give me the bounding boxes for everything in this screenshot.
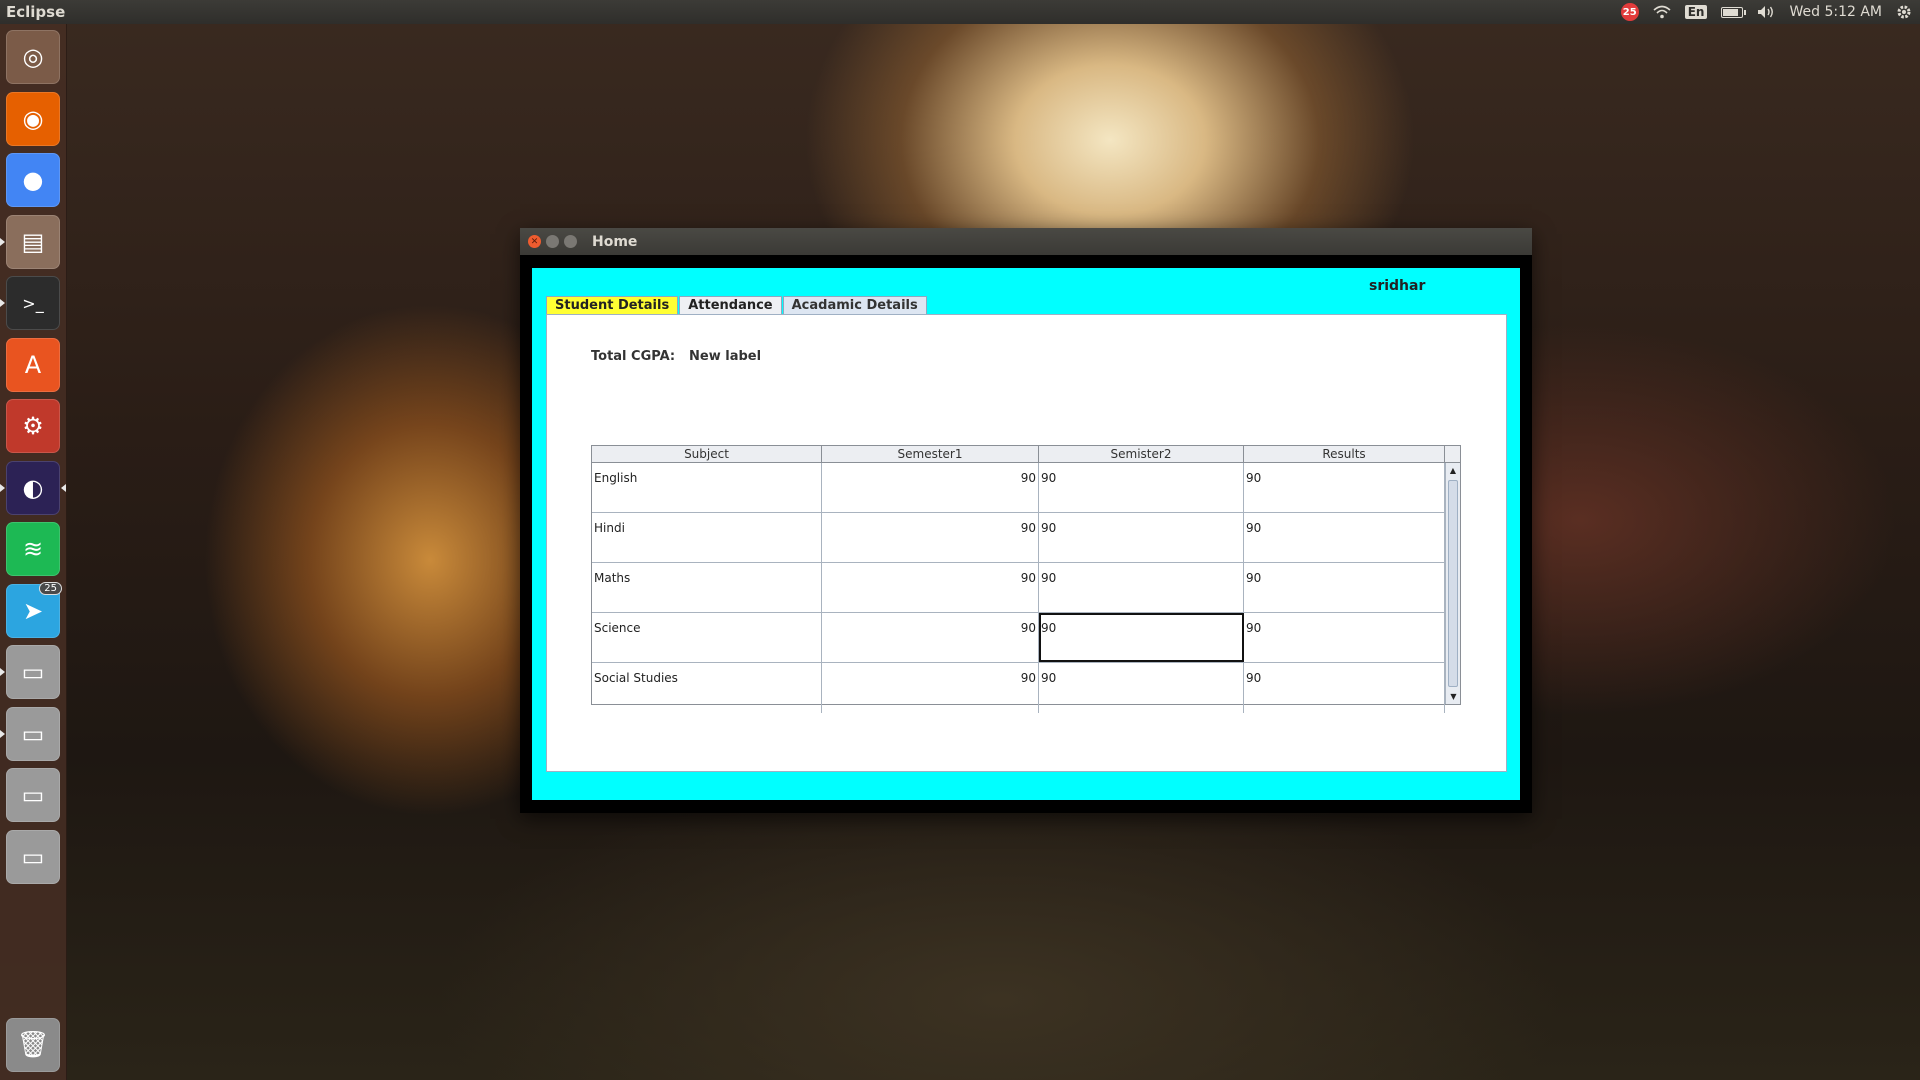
drive-icon[interactable]: ▭ (6, 645, 60, 699)
semester1-cell[interactable]: 90 (822, 513, 1039, 562)
results-cell[interactable]: 90 (1244, 563, 1445, 612)
ubuntu-dash-icon[interactable]: ◎ (6, 30, 60, 84)
window-content: sridhar Student Details Attendance Acada… (532, 268, 1520, 800)
total-cgpa-label: Total CGPA: (591, 349, 676, 364)
semester1-cell[interactable]: 90 (822, 563, 1039, 612)
software-center-icon[interactable]: A (6, 337, 60, 392)
results-cell[interactable]: 90 (1244, 463, 1445, 512)
wifi-icon[interactable] (1653, 5, 1671, 19)
drive-icon[interactable]: ▭ (6, 706, 60, 761)
results-cell[interactable]: 90 (1244, 513, 1445, 562)
firefox-icon[interactable]: ◉ (6, 91, 60, 146)
table-row[interactable]: Hindi 90 90 90 (592, 513, 1460, 563)
window-titlebar[interactable]: ✕ Home (520, 228, 1532, 255)
table-row[interactable]: Social Studies 90 90 90 (592, 663, 1460, 713)
subject-cell[interactable]: Hindi (592, 513, 822, 562)
total-cgpa-value: New label (689, 349, 762, 364)
tab-attendance[interactable]: Attendance (679, 296, 782, 314)
semister2-cell[interactable]: 90 (1039, 663, 1244, 713)
results-cell[interactable]: 90 (1244, 663, 1445, 713)
semester1-cell[interactable]: 90 (822, 463, 1039, 512)
scroll-down-icon[interactable]: ▼ (1446, 689, 1461, 704)
running-indicator (0, 729, 5, 738)
semister2-cell[interactable]: 90 (1039, 463, 1244, 512)
maximize-icon[interactable] (564, 235, 577, 248)
system-tray: 25 En Wed 5:12 AM (1620, 0, 1920, 24)
clock[interactable]: Wed 5:12 AM (1789, 4, 1882, 20)
table-row[interactable]: Science 90 90 90 (592, 613, 1460, 663)
chrome-icon[interactable]: ● (6, 153, 60, 207)
username-label: sridhar (1369, 278, 1426, 294)
language-label: En (1684, 5, 1708, 19)
window-title: Home (592, 233, 638, 250)
volume-icon[interactable] (1757, 5, 1775, 19)
subject-cell[interactable]: Science (592, 613, 822, 662)
running-indicator (0, 668, 5, 676)
active-app-title: Eclipse (6, 3, 66, 21)
focused-indicator (61, 483, 66, 492)
battery-level (1723, 8, 1738, 16)
terminal-icon[interactable]: >_ (6, 276, 60, 330)
telegram-icon[interactable]: ➤ 25 (6, 581, 62, 638)
language-indicator[interactable]: En (1684, 5, 1708, 19)
scroll-up-icon[interactable]: ▲ (1446, 463, 1460, 478)
settings-icon[interactable]: ⚙ (6, 399, 60, 453)
home-window: ✕ Home sridhar Student Details Attendanc… (520, 228, 1532, 813)
semister2-cell-selected[interactable]: 90 (1039, 613, 1244, 662)
table-scrollbar[interactable]: ▲ ▼ (1445, 463, 1460, 704)
semister2-cell[interactable]: 90 (1039, 513, 1244, 562)
tab-panel: Total CGPA: New label Subject Semester1 … (546, 314, 1507, 772)
subject-cell[interactable]: English (592, 463, 822, 512)
semester1-cell[interactable]: 90 (822, 613, 1039, 662)
notification-indicator[interactable]: 25 (1620, 3, 1639, 21)
drive-icon[interactable]: ▭ (6, 768, 60, 822)
subject-cell[interactable]: Social Studies (592, 663, 822, 713)
semister2-cell[interactable]: 90 (1039, 563, 1244, 612)
running-indicator (0, 483, 5, 492)
drive-icon[interactable]: ▭ (6, 829, 60, 884)
telegram-unread-badge: 25 (39, 581, 62, 595)
table-header: Subject Semester1 Semister2 Results (592, 446, 1460, 463)
trash-icon[interactable]: 🗑 (6, 1018, 60, 1072)
minimize-icon[interactable] (546, 235, 559, 248)
tab-bar: Student Details Attendance Acadamic Deta… (546, 296, 928, 314)
spotify-icon[interactable]: ≋ (6, 522, 60, 576)
gear-icon[interactable] (1896, 4, 1912, 20)
semester1-cell[interactable]: 90 (822, 663, 1039, 713)
launcher: ◎ ◉ ● ▤ >_ A ⚙ ◐ ≋ ➤ 25 ▭ ▭ ▭ ▭ 🗑 (0, 24, 67, 1080)
battery-icon[interactable] (1721, 6, 1747, 18)
notification-count: 25 (1620, 3, 1639, 21)
running-indicator (0, 299, 5, 307)
table-row[interactable]: English 90 90 90 (592, 463, 1460, 513)
column-header-semester1[interactable]: Semester1 (822, 446, 1039, 462)
results-cell[interactable]: 90 (1244, 613, 1445, 662)
scrollbar-thumb[interactable] (1448, 480, 1458, 687)
running-indicator (0, 237, 5, 246)
subject-cell[interactable]: Maths (592, 563, 822, 612)
tab-student-details[interactable]: Student Details (546, 296, 679, 314)
top-panel: Eclipse 25 En Wed 5:12 AM (0, 0, 1920, 24)
column-header-results[interactable]: Results (1244, 446, 1445, 462)
column-header-semister2[interactable]: Semister2 (1039, 446, 1244, 462)
column-header-subject[interactable]: Subject (592, 446, 822, 462)
close-icon[interactable]: ✕ (528, 235, 541, 248)
files-icon[interactable]: ▤ (6, 214, 60, 269)
eclipse-icon[interactable]: ◐ (6, 460, 60, 515)
table-row[interactable]: Maths 90 90 90 (592, 563, 1460, 613)
marks-table: Subject Semester1 Semister2 Results Engl… (591, 445, 1461, 713)
tab-acadamic-details[interactable]: Acadamic Details (782, 296, 927, 314)
